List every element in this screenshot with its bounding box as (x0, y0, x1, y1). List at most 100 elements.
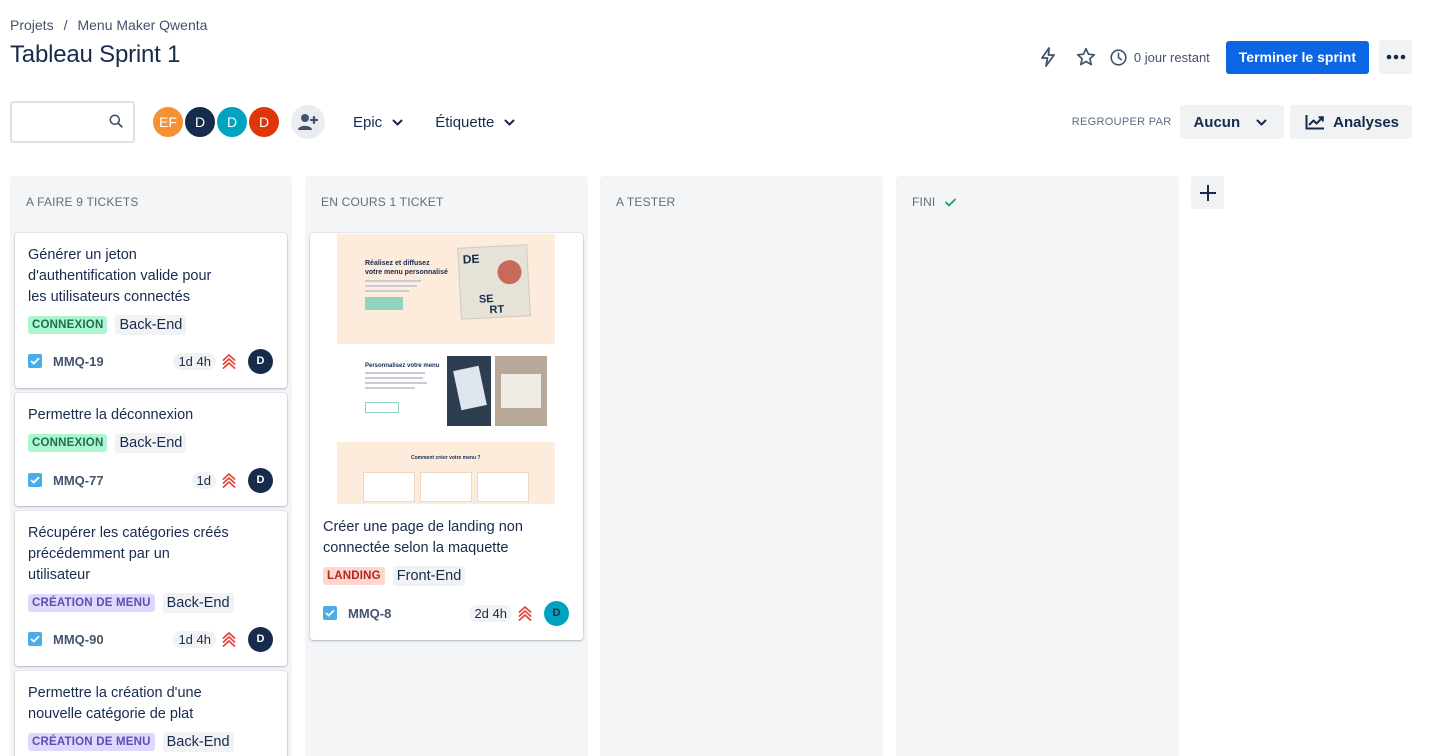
card-footer: MMQ-77 1d D (28, 467, 273, 493)
epic-lozenge: CRÉATION DE MENU (28, 733, 155, 751)
task-type-icon (323, 606, 337, 620)
card-title-line: connectée selon la maquette (323, 540, 509, 556)
more-button[interactable] (1379, 40, 1412, 74)
chevron-down-icon (504, 119, 515, 125)
column-title: A TESTER (616, 195, 676, 209)
group-by-dropdown[interactable]: Aucun (1180, 105, 1285, 139)
card-cover-image: Réalisez et diffusez votre menu personna… (337, 234, 555, 504)
card-title-line: d'authentification valide pour (28, 268, 212, 284)
search-icon[interactable] (109, 114, 123, 128)
avatar-group: EF D D D (151, 105, 281, 139)
card-footer: MMQ-90 1d 4h D (28, 626, 273, 652)
column-in-progress: EN COURS 1 TICKET Réalisez et diffusez v… (305, 176, 588, 756)
assignee-avatar[interactable]: D (248, 626, 273, 652)
avatar[interactable]: D (247, 105, 281, 139)
insights-button[interactable]: Analyses (1290, 105, 1412, 139)
priority-highest-icon (518, 605, 532, 621)
lightning-icon[interactable] (1034, 43, 1062, 71)
epic-lozenge: CRÉATION DE MENU (28, 594, 155, 612)
toolbar-right: REGROUPER PAR Aucun Analyses (1072, 105, 1412, 139)
breadcrumb: Projets / Menu Maker Qwenta (10, 17, 207, 33)
restaurant-photo-light (501, 374, 541, 408)
issue-card[interactable]: Récupérer les catégories créés précédemm… (15, 511, 287, 666)
landing-secondary-button (365, 402, 399, 413)
card-title: Créer une page de landing non connectée … (323, 517, 523, 559)
issue-key[interactable]: MMQ-19 (53, 354, 104, 369)
complete-sprint-button[interactable]: Terminer le sprint (1225, 40, 1369, 74)
card-footer: MMQ-19 1d 4h D (28, 348, 273, 374)
epic-filter-dropdown[interactable]: Epic (349, 105, 407, 139)
label-filter-dropdown[interactable]: Étiquette (431, 105, 519, 139)
header-actions: 0 jour restant Terminer le sprint (1034, 40, 1412, 74)
card-title-line: nouvelle catégorie de plat (28, 706, 194, 722)
label-tag: Back-End (115, 433, 187, 453)
avatar[interactable]: D (215, 105, 249, 139)
landing-section2-title: Personnalisez votre menu (365, 363, 440, 369)
days-left: 0 jour restant (1110, 48, 1210, 66)
assignee-avatar[interactable]: D (544, 600, 569, 626)
landing-section3-title: Comment créer votre menu ? (411, 455, 481, 461)
days-left-text: 0 jour restant (1133, 49, 1210, 65)
star-icon[interactable] (1072, 43, 1100, 71)
step-card (363, 472, 415, 502)
breadcrumb-separator: / (63, 17, 68, 33)
insights-label: Analyses (1333, 113, 1399, 131)
estimate-badge: 1d (191, 471, 216, 489)
card-title-line: précédemment par un (28, 546, 170, 562)
card-title-line: Permettre la création d'une (28, 685, 202, 701)
menu-photo-letters: DE (462, 251, 480, 267)
card-title: Générer un jeton d'authentification vali… (28, 245, 211, 308)
chevron-down-icon (1256, 119, 1267, 125)
more-icon (1386, 54, 1405, 60)
card-title-line: les utilisateurs connectés (28, 289, 190, 305)
card-labels: LANDING Front-End (323, 566, 466, 586)
issue-card[interactable]: Générer un jeton d'authentification vali… (15, 233, 287, 388)
assignee-avatar[interactable]: D (248, 467, 273, 493)
add-column-button[interactable] (1191, 176, 1224, 209)
breadcrumb-project-link[interactable]: Menu Maker Qwenta (77, 17, 207, 33)
estimate-badge: 2d 4h (469, 604, 512, 622)
menu-photo: DE SE RT (457, 244, 531, 320)
issue-card[interactable]: Réalisez et diffusez votre menu personna… (310, 233, 583, 640)
card-title-line: Créer une page de landing non (323, 519, 523, 535)
card-title-line: Générer un jeton (28, 247, 137, 263)
issue-card[interactable]: Permettre la déconnexion CONNEXION Back-… (15, 393, 287, 506)
card-title: Permettre la déconnexion (28, 405, 193, 426)
column-title: EN COURS 1 TICKET (321, 195, 444, 209)
add-people-button[interactable] (291, 105, 325, 139)
issue-key[interactable]: MMQ-90 (53, 632, 104, 647)
column-title: FINI (912, 195, 936, 209)
card-title: Récupérer les catégories créés précédemm… (28, 523, 229, 586)
epic-lozenge: CONNEXION (28, 316, 108, 334)
column-done: FINI (896, 176, 1179, 756)
step-card (477, 472, 529, 502)
breadcrumb-projects-link[interactable]: Projets (10, 17, 54, 33)
assignee-avatar[interactable]: D (248, 348, 273, 374)
text-line (365, 387, 415, 389)
card-title: Permettre la création d'une nouvelle cat… (28, 683, 202, 725)
landing-hero-title-line: votre menu personnalisé (365, 269, 448, 276)
text-line (365, 382, 427, 384)
issue-card[interactable]: Permettre la création d'une nouvelle cat… (15, 671, 287, 756)
avatar[interactable]: EF (151, 105, 185, 139)
label-tag: Back-End (115, 315, 187, 335)
issue-key[interactable]: MMQ-77 (53, 473, 104, 488)
card-title-line: Récupérer les catégories créés (28, 525, 229, 541)
menu-photo-letters: RT (489, 303, 505, 317)
group-by-label: REGROUPER PAR (1071, 116, 1172, 128)
avatar[interactable]: D (183, 105, 217, 139)
epic-lozenge: CONNEXION (28, 434, 108, 452)
step-card (420, 472, 472, 502)
text-line (365, 285, 417, 287)
card-footer: MMQ-8 2d 4h D (323, 600, 569, 626)
dish-image (496, 259, 523, 285)
label-tag: Back-End (162, 732, 234, 752)
task-type-icon (28, 354, 42, 368)
column-title: A FAIRE 9 TICKETS (26, 195, 139, 209)
epic-filter-label: Epic (353, 113, 383, 131)
chevron-down-icon (392, 119, 403, 125)
estimate-badge: 1d 4h (173, 630, 216, 648)
search-input[interactable] (20, 103, 110, 139)
estimate-badge: 1d 4h (173, 352, 216, 370)
issue-key[interactable]: MMQ-8 (348, 606, 391, 621)
